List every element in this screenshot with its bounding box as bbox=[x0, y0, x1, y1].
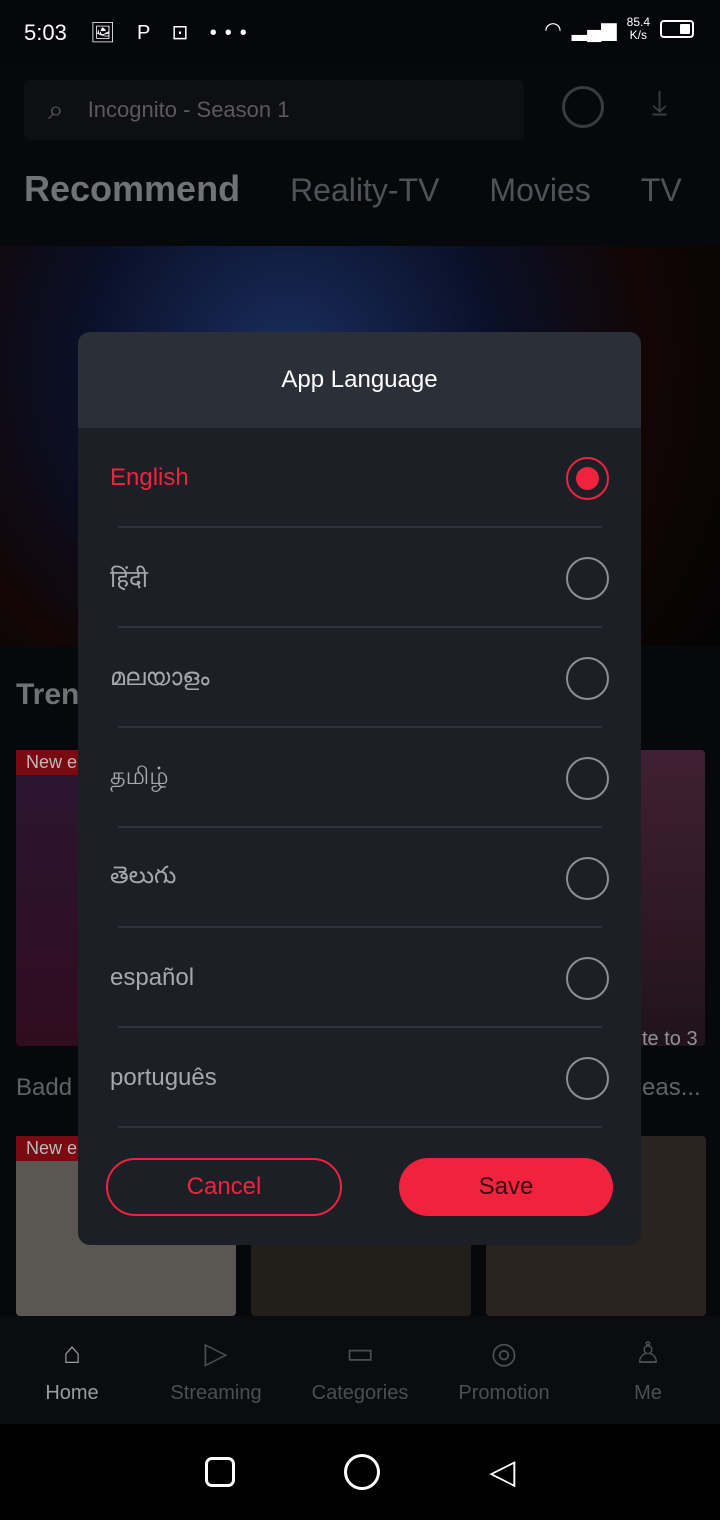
radio-checked-icon[interactable] bbox=[566, 457, 609, 500]
back-button[interactable]: ◁ bbox=[489, 1452, 515, 1492]
nav-promotion[interactable]: ◎ Promotion bbox=[434, 1336, 574, 1405]
language-label: தமிழ் bbox=[110, 763, 169, 790]
person-icon: ♙ bbox=[634, 1336, 662, 1370]
radio-unchecked-icon[interactable] bbox=[566, 857, 609, 900]
tab-tv[interactable]: TV bbox=[641, 172, 682, 209]
radio-unchecked-icon[interactable] bbox=[566, 1057, 609, 1100]
language-label: português bbox=[110, 1064, 217, 1091]
language-option[interactable]: español bbox=[78, 928, 641, 1028]
new-badge: New e bbox=[16, 1136, 88, 1161]
search-placeholder: Incognito - Season 1 bbox=[87, 97, 290, 122]
signal-icon: ▂▄▆ bbox=[571, 18, 617, 41]
radio-unchecked-icon[interactable] bbox=[566, 757, 609, 800]
language-label: español bbox=[110, 964, 195, 991]
system-nav-bar: ◁ bbox=[0, 1424, 720, 1520]
cancel-button[interactable]: Cancel bbox=[106, 1158, 342, 1216]
nav-categories[interactable]: ▭ Categories bbox=[290, 1336, 430, 1405]
tab-reality-tv[interactable]: Reality-TV bbox=[290, 172, 439, 209]
app-language-dialog: App Language English हिंदी മലയാളം தமிழ் తెలు… bbox=[78, 332, 641, 1245]
nav-home[interactable]: ⌂ Home bbox=[2, 1336, 142, 1405]
language-option[interactable]: മലയാളം bbox=[78, 628, 641, 728]
radio-unchecked-icon[interactable] bbox=[566, 957, 609, 1000]
radio-unchecked-icon[interactable] bbox=[566, 657, 609, 700]
language-label: English bbox=[110, 464, 189, 491]
language-label: తెలుగు bbox=[110, 861, 177, 889]
status-bar: 5:03 🖼 P ⊡ ••• ◠ ▂▄▆ 85.4 K/s bbox=[0, 0, 720, 64]
show-title: eas... bbox=[642, 1074, 701, 1101]
language-option[interactable]: English bbox=[78, 428, 641, 528]
card-overlay-text: te to 3 bbox=[642, 1028, 698, 1050]
recents-button[interactable] bbox=[204, 1457, 235, 1487]
gamepad-icon: ◎ bbox=[490, 1336, 518, 1370]
category-tabs: Recommend Reality-TV Movies TV bbox=[24, 168, 682, 210]
status-time: 5:03 bbox=[24, 20, 67, 45]
home-icon: ⌂ bbox=[62, 1336, 82, 1370]
search-icon: ⌕ bbox=[48, 93, 64, 125]
battery-icon bbox=[660, 20, 694, 38]
search-bar[interactable]: ⌕ Incognito - Season 1 bbox=[24, 80, 524, 140]
folder-icon: ▭ bbox=[345, 1336, 375, 1370]
language-option[interactable]: తెలుగు bbox=[78, 828, 641, 928]
save-button[interactable]: Save bbox=[399, 1158, 613, 1216]
play-screen-icon: ▷ bbox=[204, 1336, 228, 1370]
show-title: Badd bbox=[16, 1074, 73, 1101]
home-button[interactable] bbox=[343, 1454, 380, 1490]
nav-me[interactable]: ♙ Me bbox=[578, 1336, 718, 1405]
tab-recommend[interactable]: Recommend bbox=[24, 168, 240, 210]
network-speed: 85.4 K/s bbox=[626, 15, 650, 42]
section-title: Tren bbox=[16, 678, 80, 711]
language-option[interactable]: தமிழ் bbox=[78, 728, 641, 828]
bottom-nav: ⌂ Home ▷ Streaming ▭ Categories ◎ Promotion … bbox=[0, 1316, 720, 1424]
tab-movies[interactable]: Movies bbox=[489, 172, 590, 209]
download-icon[interactable]: ⤓ bbox=[652, 84, 667, 123]
radio-unchecked-icon[interactable] bbox=[566, 557, 609, 600]
new-badge: New e bbox=[16, 750, 88, 775]
notification-icons: 🖼 P ⊡ ••• bbox=[90, 22, 255, 44]
language-option[interactable]: हिंदी bbox=[78, 528, 641, 628]
nav-streaming[interactable]: ▷ Streaming bbox=[146, 1336, 286, 1405]
language-label: हिंदी bbox=[110, 565, 148, 593]
dialog-title: App Language bbox=[78, 332, 641, 428]
language-option[interactable]: português bbox=[78, 1028, 641, 1128]
language-label: മലയാളം bbox=[110, 664, 210, 691]
wifi-icon: ◠ bbox=[544, 18, 562, 41]
history-icon[interactable] bbox=[562, 86, 604, 128]
